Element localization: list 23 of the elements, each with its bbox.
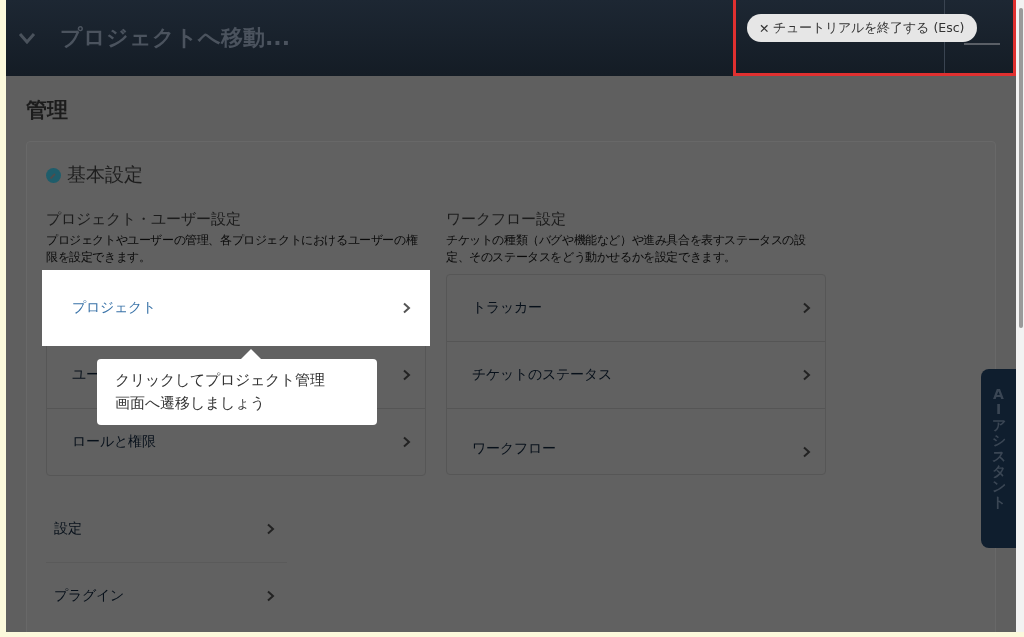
settings-item[interactable]: トラッカー	[447, 275, 825, 341]
page-title: 管理	[26, 97, 69, 124]
chevron-right-icon	[802, 302, 811, 314]
chevron-right-icon	[266, 590, 275, 602]
settings-item[interactable]: ワークフロー	[447, 408, 825, 474]
settings-item[interactable]: 設定	[46, 496, 287, 562]
chevron-right-icon	[266, 523, 275, 535]
settings-item[interactable]: プラグイン	[46, 562, 287, 629]
chevron-right-icon	[802, 369, 811, 381]
chevron-right-icon	[402, 436, 411, 448]
group-title: プロジェクト・ユーザー設定	[46, 210, 242, 229]
chevron-right-icon	[402, 369, 411, 381]
wrench-icon	[46, 167, 61, 183]
chevron-down-icon[interactable]	[18, 32, 36, 44]
group-description: プロジェクトやユーザーの管理、各プロジェクトにおけるユーザーの権限を設定できます。	[46, 232, 419, 266]
settings-item[interactable]: チケットのステータス	[447, 341, 825, 408]
group-description: チケットの種類（バグや機能など）や進み具合を表すステータスの設定、そのステータスをどう動かせるかを設定できます。	[446, 232, 807, 266]
end-tutorial-button[interactable]: ✕ チュートリアルを終了する (Esc)	[747, 14, 977, 42]
chevron-right-icon	[802, 446, 811, 458]
tooltip: クリックしてプロジェクト管理 画面へ遷移しましょう	[97, 359, 377, 425]
group-title: ワークフロー設定	[446, 210, 567, 229]
chevron-right-icon	[402, 302, 411, 314]
section-title: 基本設定	[67, 162, 143, 187]
